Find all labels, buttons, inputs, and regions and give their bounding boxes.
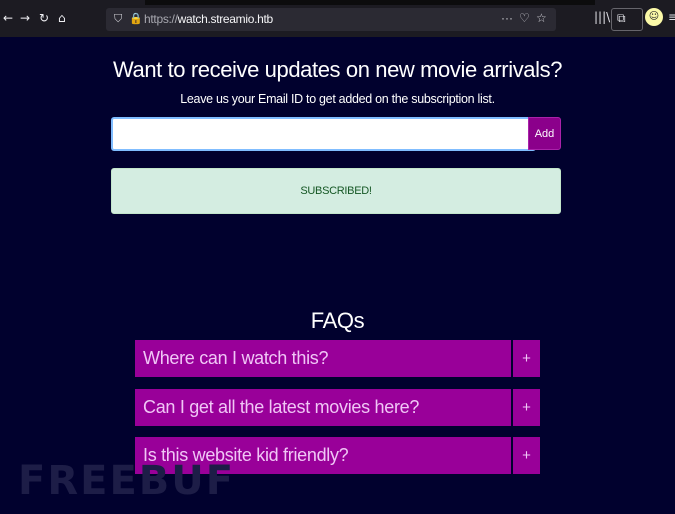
url-host: watch.streamio.htb [177,12,274,26]
forward-icon[interactable]: → [20,11,30,25]
tab-strip-edge [145,0,595,5]
url-text[interactable]: https://watch.streamio.htb [144,12,273,26]
faq-expand-icon[interactable]: + [513,340,540,377]
tracking-shield-icon[interactable]: ⛉ [114,12,122,26]
menu-icon[interactable]: ≡ [668,10,675,24]
faq-question[interactable]: Can I get all the latest movies here? [135,389,511,426]
bookmark-star-icon[interactable]: ☆ [536,11,547,25]
email-input[interactable] [111,117,536,151]
faq-item[interactable]: Where can I watch this? + [135,340,540,377]
faq-expand-icon[interactable]: + [513,437,540,474]
freebuf-watermark: FREEBUF [18,458,236,504]
subscribe-heading: Want to receive updates on new movie arr… [112,57,563,82]
faq-expand-icon[interactable]: + [513,389,540,426]
faq-title: FAQs [310,308,365,333]
subscribe-subheading: Leave us your Email ID to get added on t… [180,92,495,106]
extensions-icon: ⧉ [617,11,626,25]
back-icon[interactable]: ← [3,11,13,25]
faq-question[interactable]: Where can I watch this? [135,340,511,377]
reload-icon[interactable]: ↻ [39,11,49,25]
extensions-button[interactable]: ⧉ [611,8,643,31]
lock-icon[interactable]: 🔒 [129,12,143,25]
chat-icon[interactable]: ☺ [645,8,663,26]
home-icon[interactable]: ⌂ [58,11,66,25]
pocket-icon[interactable]: ♡ [519,11,530,25]
faq-item[interactable]: Can I get all the latest movies here? + [135,389,540,426]
url-prefix: https:// [144,12,178,26]
add-button[interactable]: Add [528,117,561,150]
page-actions-icon[interactable]: ··· [501,11,513,25]
address-bar[interactable]: ⛉ 🔒 https://watch.streamio.htb ··· ♡ ☆ [106,8,556,31]
library-icon[interactable]: |||\ [594,10,610,24]
browser-toolbar: ← → ↻ ⌂ ⛉ 🔒 https://watch.streamio.htb ·… [0,0,675,37]
subscribed-alert: SUBSCRIBED! [111,168,561,214]
